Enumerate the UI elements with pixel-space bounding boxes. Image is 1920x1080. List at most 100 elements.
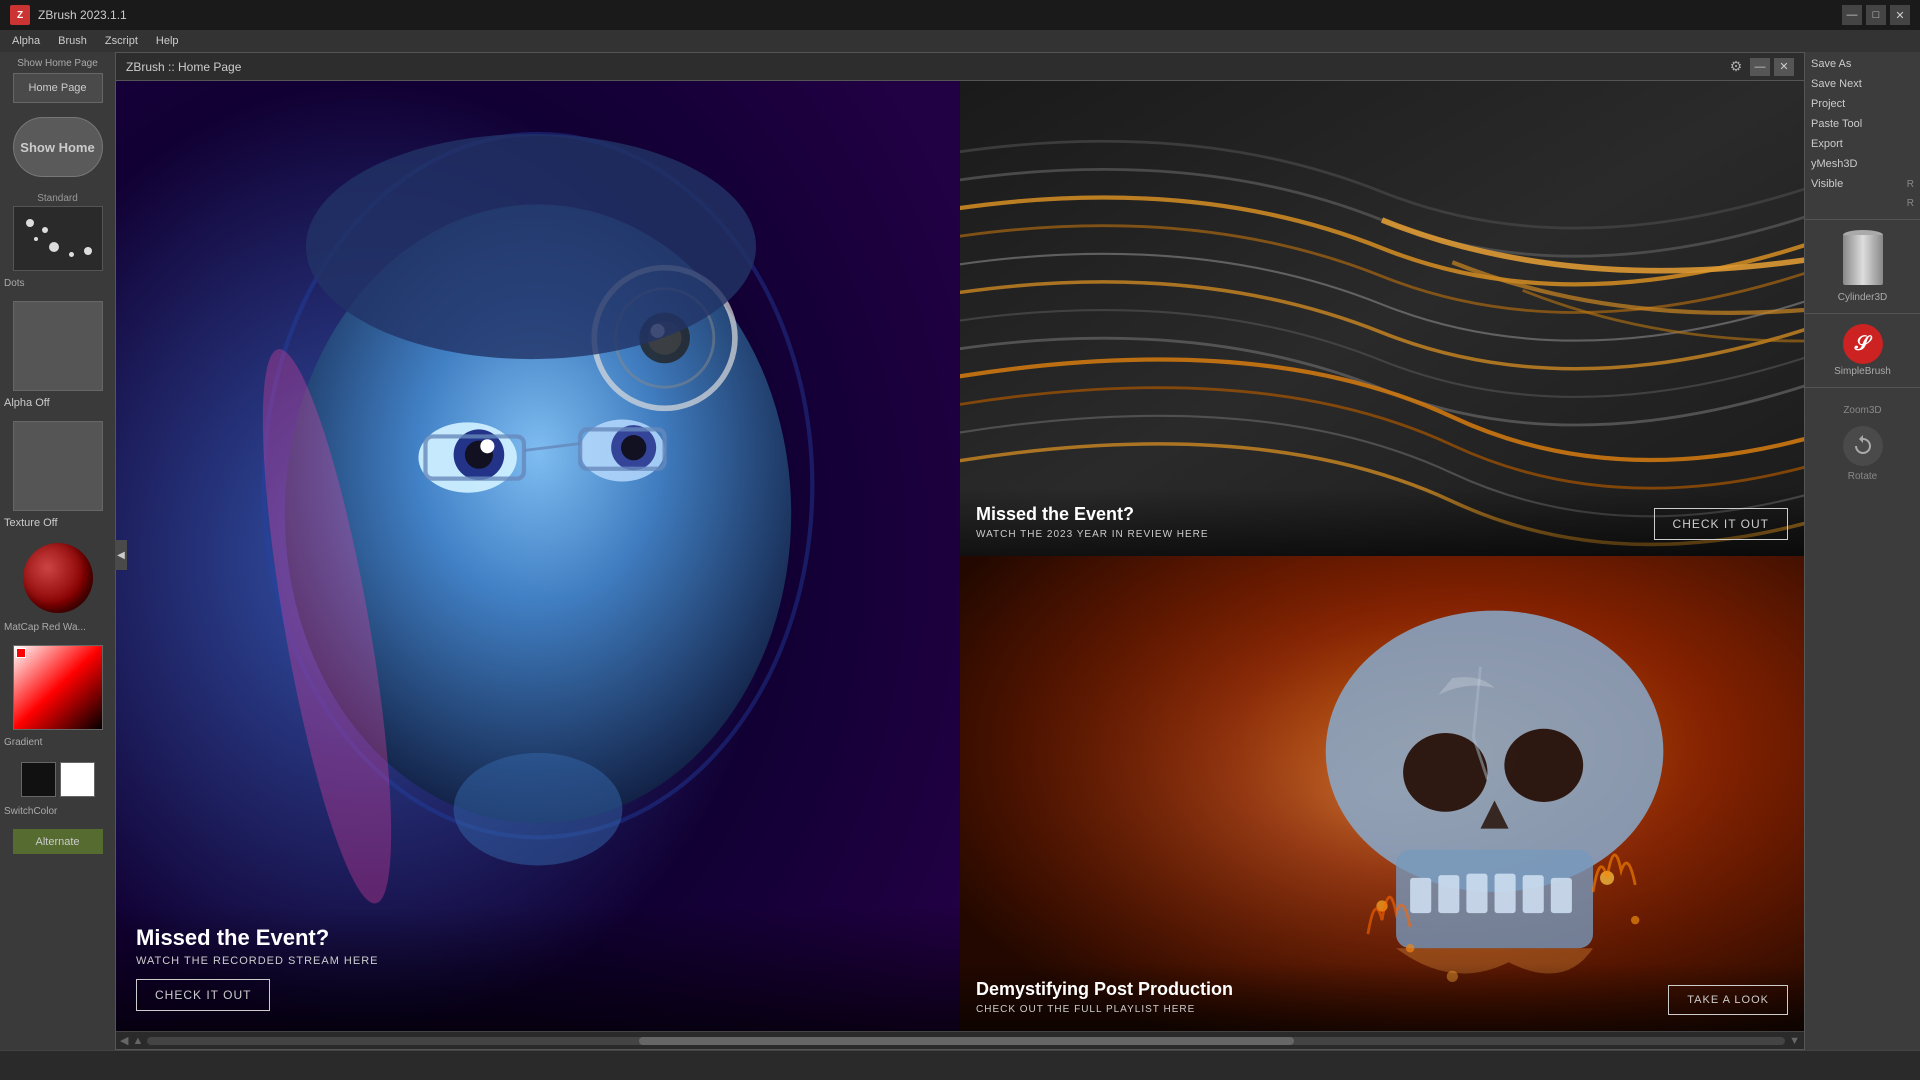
menu-item-brush[interactable]: Brush [50,33,95,49]
dots-label: Dots [4,278,25,289]
sidebar-texture-section: Texture Off [0,415,115,535]
panel-waves-check-button[interactable]: CHECK IT OUT [1654,508,1788,540]
export-item[interactable]: Export [1805,134,1920,154]
texture-box[interactable] [13,421,103,511]
panel-skull-take-look-button[interactable]: TAKE A LOOK [1668,985,1788,1015]
alternate-button[interactable]: Alternate [13,829,103,854]
alpha-label: Alpha Off [4,397,50,409]
panel-skull-overlay: Demystifying Post Production CHECK OUT T… [960,963,1804,1031]
sidebar-show-home-section: Show Home Page Home Page [0,52,115,109]
simple-brush-label: SimpleBrush [1834,366,1891,377]
panel-main-title: Missed the Event? [136,925,940,951]
swatch-black[interactable] [21,762,56,797]
cylinder-body [1843,235,1883,285]
panel-skull-subtitle: CHECK OUT THE FULL PLAYLIST HERE [976,1004,1233,1015]
standard-label: Standard [4,193,111,204]
home-page-button[interactable]: Home Page [13,73,103,103]
menu-item-alpha[interactable]: Alpha [4,33,48,49]
dot-1 [26,219,34,227]
shortcut-r: R [1907,198,1914,209]
maximize-button[interactable]: □ [1866,5,1886,25]
close-button[interactable]: ✕ [1890,5,1910,25]
sidebar-alpha-section: Alpha Off [0,295,115,415]
save-next-label: Save Next [1811,78,1862,90]
color-picker[interactable] [13,645,103,730]
skull-bg [960,556,1804,1031]
shortcut-r-item[interactable]: R [1805,194,1920,213]
visible-item[interactable]: Visible R [1805,174,1920,194]
right-divider-2 [1805,313,1920,314]
panel-waves-title: Missed the Event? [976,504,1209,525]
scroll-thumb [639,1037,1294,1045]
texture-label: Texture Off [4,517,58,529]
title-bar-left: Z ZBrush 2023.1.1 [10,5,127,25]
sidebar-alternate-section: Alternate [0,823,115,860]
dialog-title-bar: ZBrush :: Home Page ⚙ — ✕ [116,53,1804,81]
left-toggle[interactable]: ◀ [115,540,127,570]
matcap-sphere[interactable] [23,543,93,613]
dot-5 [69,252,74,257]
show-home-button[interactable]: Show Home [13,117,103,177]
minimize-button[interactable]: — [1842,5,1862,25]
rotate-svg [1851,434,1875,458]
dialog-minimize-button[interactable]: — [1750,58,1770,76]
visible-label: Visible [1811,178,1843,190]
cylinder3d-tool[interactable]: Cylinder3D [1805,224,1920,309]
scroll-down-icon[interactable]: ▼ [1789,1035,1800,1047]
dot-4 [49,242,59,252]
project-label: Project [1811,98,1845,110]
waves-svg [960,81,1804,556]
right-divider-3 [1805,387,1920,388]
simple-brush-tool[interactable]: 𝒮 SimpleBrush [1805,318,1920,383]
ymesh3d-label: yMesh3D [1811,158,1857,170]
ymesh3d-item[interactable]: yMesh3D [1805,154,1920,174]
dialog-title: ZBrush :: Home Page [126,60,241,74]
dot-3 [34,237,38,241]
waves-bg [960,81,1804,556]
alpha-box[interactable] [13,301,103,391]
paste-tool-item[interactable]: Paste Tool [1805,114,1920,134]
panel-skull-title: Demystifying Post Production [976,979,1233,1000]
menu-item-help[interactable]: Help [148,33,187,49]
menu-item-zscript[interactable]: Zscript [97,33,146,49]
cylinder3d-icon [1838,230,1888,290]
scroll-track[interactable] [147,1037,1785,1045]
scroll-left-icon[interactable]: ◀ [120,1034,128,1047]
dialog-controls: ⚙ — ✕ [1726,58,1794,76]
save-as-label: Save As [1811,58,1851,70]
right-divider-1 [1805,219,1920,220]
panel-main: Missed the Event? WATCH THE RECORDED STR… [116,81,960,1031]
title-bar: Z ZBrush 2023.1.1 — □ ✕ [0,0,1920,30]
project-item[interactable]: Project [1805,94,1920,114]
show-home-page-label: Show Home Page [4,56,111,71]
panel-main-bg [116,81,960,1031]
sidebar-matcap-section: MatCap Red Wa... [0,535,115,639]
left-sidebar: Show Home Page Home Page Show Home Stand… [0,52,115,1050]
color-indicator [16,648,26,658]
rotate-label: Rotate [1848,471,1877,482]
scroll-up-icon[interactable]: ▲ [132,1035,143,1047]
dialog-gear-button[interactable]: ⚙ [1726,58,1746,76]
right-menu-items: Save As Save Next Project Paste Tool Exp… [1805,52,1920,215]
dot-2 [42,227,48,233]
save-as-item[interactable]: Save As [1805,54,1920,74]
panel-waves-subtitle: WATCH THE 2023 YEAR IN REVIEW HERE [976,529,1209,540]
dialog-close-button[interactable]: ✕ [1774,58,1794,76]
switchcolor-label: SwitchColor [4,806,57,817]
swatch-white[interactable] [60,762,95,797]
menu-bar: Alpha Brush Zscript Help [0,30,1920,52]
skull-svg [960,556,1804,1031]
app-logo: Z [10,5,30,25]
visible-shortcut: R [1907,179,1914,190]
switch-colors [4,762,111,797]
dot-6 [84,247,92,255]
panel-main-check-button[interactable]: CHECK IT OUT [136,979,270,1011]
character-svg [116,81,960,1031]
brush-preview[interactable] [13,206,103,271]
rotate-icon[interactable] [1843,426,1883,466]
gradient-label: Gradient [4,737,42,748]
panel-waves: Missed the Event? WATCH THE 2023 YEAR IN… [960,81,1804,556]
simple-brush-icon: 𝒮 [1843,324,1883,364]
save-next-item[interactable]: Save Next [1805,74,1920,94]
panel-main-subtitle: WATCH THE RECORDED STREAM HERE [136,955,940,967]
